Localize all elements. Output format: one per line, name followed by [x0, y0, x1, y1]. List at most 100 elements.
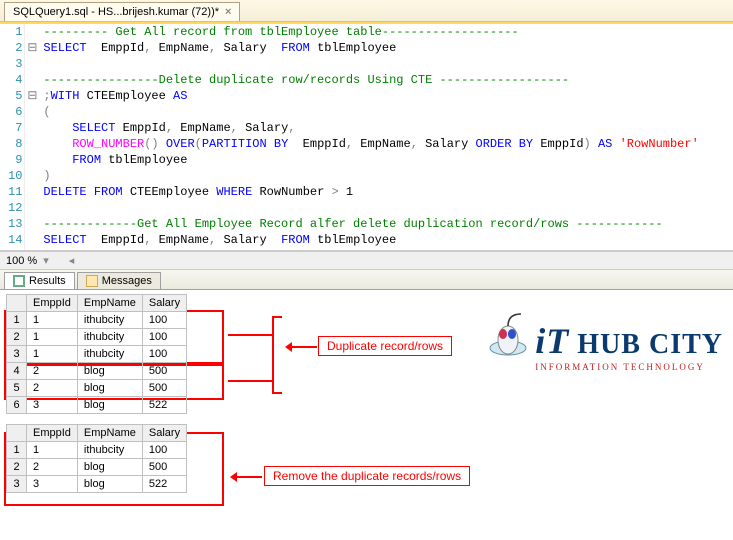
- cell[interactable]: 500: [142, 459, 186, 476]
- fold-toggle: [25, 184, 39, 200]
- results-grid-2[interactable]: EmppIdEmpNameSalary11ithubcity10022blog5…: [6, 424, 187, 493]
- scroll-left-icon[interactable]: ◂: [69, 254, 75, 267]
- cell[interactable]: 3: [27, 397, 78, 414]
- column-header[interactable]: EmpName: [77, 295, 142, 312]
- code-line[interactable]: SELECT EmppId, EmpName, Salary FROM tblE…: [43, 232, 729, 248]
- cell[interactable]: blog: [77, 397, 142, 414]
- cell[interactable]: ithubcity: [77, 346, 142, 363]
- row-header[interactable]: 3: [7, 346, 27, 363]
- table-row[interactable]: 21ithubcity100: [7, 329, 187, 346]
- cell[interactable]: 2: [27, 380, 78, 397]
- code-line[interactable]: SELECT EmppId, EmpName, Salary,: [43, 120, 729, 136]
- cell[interactable]: blog: [77, 459, 142, 476]
- zoom-value[interactable]: 100 %: [6, 255, 37, 267]
- code-line[interactable]: --------- Get All record from tblEmploye…: [43, 24, 729, 40]
- cell[interactable]: 500: [142, 380, 186, 397]
- cell[interactable]: 1: [27, 442, 78, 459]
- cell[interactable]: 1: [27, 329, 78, 346]
- cell[interactable]: 2: [27, 363, 78, 380]
- cell[interactable]: 100: [142, 312, 186, 329]
- cell[interactable]: blog: [77, 476, 142, 493]
- cell[interactable]: 2: [27, 459, 78, 476]
- row-header[interactable]: 2: [7, 459, 27, 476]
- line-number: 11: [8, 184, 22, 200]
- row-header[interactable]: 5: [7, 380, 27, 397]
- fold-toggle[interactable]: ⊟: [25, 40, 39, 56]
- annotation-connector-2: [228, 380, 272, 382]
- results-grid-1[interactable]: EmppIdEmpNameSalary11ithubcity10021ithub…: [6, 294, 187, 414]
- cell[interactable]: 522: [142, 476, 186, 493]
- mouse-icon: [483, 310, 533, 360]
- grid-icon: [13, 275, 25, 287]
- column-header[interactable]: EmpName: [77, 425, 142, 442]
- code-line[interactable]: ROW_NUMBER() OVER(PARTITION BY EmppId, E…: [43, 136, 729, 152]
- cell[interactable]: 100: [142, 329, 186, 346]
- tab-messages[interactable]: Messages: [77, 272, 161, 289]
- row-header[interactable]: 1: [7, 442, 27, 459]
- tab-results-label: Results: [29, 275, 66, 287]
- cell[interactable]: 3: [27, 476, 78, 493]
- fold-toggle: [25, 168, 39, 184]
- code-line[interactable]: [43, 200, 729, 216]
- code-line[interactable]: ): [43, 168, 729, 184]
- annotation-arrow-remove: [232, 476, 262, 478]
- cell[interactable]: ithubcity: [77, 442, 142, 459]
- code-line[interactable]: ----------------Delete duplicate row/rec…: [43, 72, 729, 88]
- column-header[interactable]: EmppId: [27, 425, 78, 442]
- line-number: 4: [8, 72, 22, 88]
- code-line[interactable]: SELECT EmppId, EmpName, Salary FROM tblE…: [43, 40, 729, 56]
- table-row[interactable]: 22blog500: [7, 459, 187, 476]
- tab-results[interactable]: Results: [4, 272, 75, 289]
- cell[interactable]: 100: [142, 346, 186, 363]
- cell[interactable]: 522: [142, 397, 186, 414]
- column-header[interactable]: EmppId: [27, 295, 78, 312]
- row-header[interactable]: 3: [7, 476, 27, 493]
- table-row[interactable]: 42blog500: [7, 363, 187, 380]
- sql-editor[interactable]: 1234567891011121314 ⊟⊟ --------- Get All…: [0, 22, 733, 251]
- cell[interactable]: ithubcity: [77, 312, 142, 329]
- cell[interactable]: 1: [27, 312, 78, 329]
- messages-icon: [86, 275, 98, 287]
- column-header[interactable]: Salary: [142, 295, 186, 312]
- logo-it: iT: [535, 321, 569, 361]
- cell[interactable]: blog: [77, 363, 142, 380]
- code-line[interactable]: -------------Get All Employee Record alf…: [43, 216, 729, 232]
- annotation-label-dup: Duplicate record/rows: [318, 336, 452, 356]
- code-area[interactable]: --------- Get All record from tblEmploye…: [39, 22, 733, 250]
- cell[interactable]: 500: [142, 363, 186, 380]
- line-number: 12: [8, 200, 22, 216]
- cell[interactable]: 1: [27, 346, 78, 363]
- cell[interactable]: ithubcity: [77, 329, 142, 346]
- fold-toggle[interactable]: ⊟: [25, 88, 39, 104]
- table-row[interactable]: 33blog522: [7, 476, 187, 493]
- table-row[interactable]: 11ithubcity100: [7, 442, 187, 459]
- table-row[interactable]: 31ithubcity100: [7, 346, 187, 363]
- code-line[interactable]: [43, 56, 729, 72]
- code-folding-gutter[interactable]: ⊟⊟: [25, 22, 39, 250]
- row-header[interactable]: 4: [7, 363, 27, 380]
- row-header[interactable]: 6: [7, 397, 27, 414]
- cell[interactable]: blog: [77, 380, 142, 397]
- fold-toggle: [25, 72, 39, 88]
- line-number: 2: [8, 40, 22, 56]
- document-tab[interactable]: SQLQuery1.sql - HS...brijesh.kumar (72))…: [4, 2, 240, 21]
- table-row[interactable]: 11ithubcity100: [7, 312, 187, 329]
- fold-toggle: [25, 216, 39, 232]
- code-line[interactable]: ;WITH CTEEmployee AS: [43, 88, 729, 104]
- column-header[interactable]: [7, 425, 27, 442]
- code-line[interactable]: FROM tblEmployee: [43, 152, 729, 168]
- close-icon[interactable]: ×: [225, 6, 231, 18]
- cell[interactable]: 100: [142, 442, 186, 459]
- row-header[interactable]: 2: [7, 329, 27, 346]
- code-line[interactable]: DELETE FROM CTEEmployee WHERE RowNumber …: [43, 184, 729, 200]
- annotation-connector-1: [228, 334, 272, 336]
- table-row[interactable]: 63blog522: [7, 397, 187, 414]
- column-header[interactable]: Salary: [142, 425, 186, 442]
- table-row[interactable]: 52blog500: [7, 380, 187, 397]
- zoom-dropdown-icon[interactable]: ▾: [43, 254, 49, 267]
- fold-toggle: [25, 56, 39, 72]
- row-header[interactable]: 1: [7, 312, 27, 329]
- code-line[interactable]: (: [43, 104, 729, 120]
- line-number: 8: [8, 136, 22, 152]
- column-header[interactable]: [7, 295, 27, 312]
